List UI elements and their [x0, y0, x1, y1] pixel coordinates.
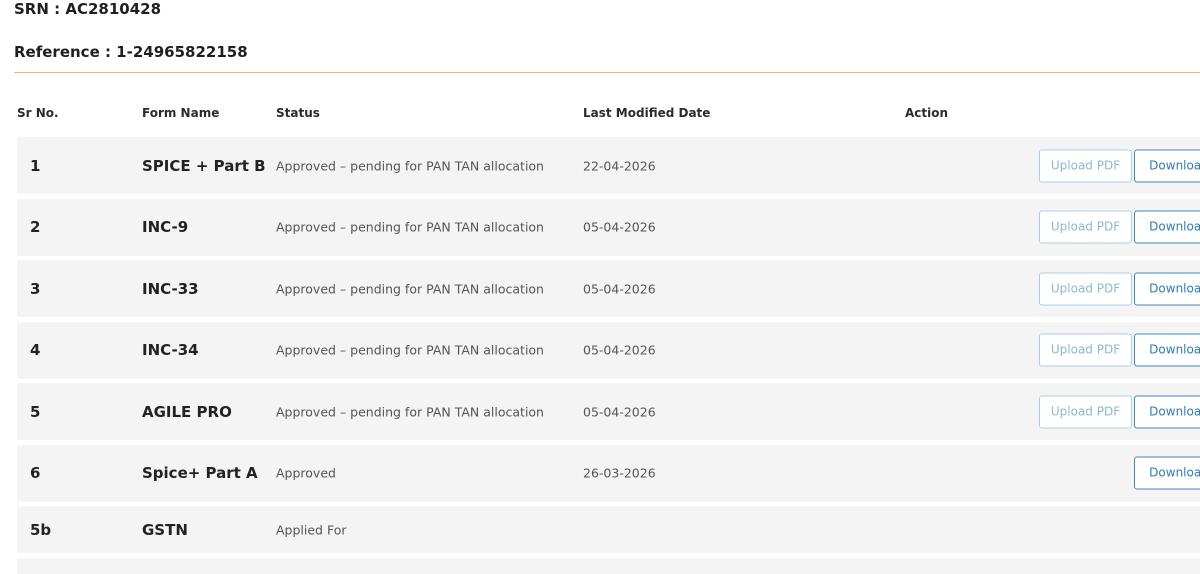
table-row: 2 INC-9 Approved – pending for PAN TAN a…	[17, 198, 1200, 256]
column-header-sr-no: Sr No.	[17, 106, 59, 120]
row-form-name: INC-34	[142, 341, 199, 359]
upload-pdf-button[interactable]: Upload PDF	[1039, 210, 1132, 244]
upload-pdf-button[interactable]: Upload PDF	[1039, 395, 1132, 428]
download-button[interactable]: Download	[1134, 149, 1200, 182]
upload-pdf-button[interactable]: Upload PDF	[1039, 149, 1132, 182]
row-sr-no: 3	[30, 279, 41, 298]
row-form-name: SPICE + Part B	[142, 156, 266, 175]
row-date: 05-04-2026	[583, 342, 656, 358]
row-status: Applied For	[276, 522, 347, 537]
row-form-name: INC-9	[142, 218, 189, 236]
row-date: 05-04-2026	[583, 219, 656, 235]
row-date: 22-04-2026	[583, 158, 656, 173]
row-date: 26-03-2026	[583, 465, 656, 481]
download-button[interactable]: Download	[1134, 210, 1200, 244]
row-date: 05-04-2026	[583, 281, 656, 296]
row-form-name: GSTN	[142, 520, 188, 539]
row-sr-no: 2	[30, 218, 41, 236]
form-table-body: 1 SPICE + Part B Approved – pending for …	[17, 137, 1200, 574]
upload-pdf-button[interactable]: Upload PDF	[1039, 333, 1132, 367]
header-divider	[14, 72, 1200, 73]
row-status: Approved – pending for PAN TAN allocatio…	[276, 281, 544, 296]
srn-label: SRN : AC2810428	[14, 0, 162, 18]
row-status: Approved – pending for PAN TAN allocatio…	[276, 404, 544, 419]
row-sr-no: 1	[30, 156, 41, 175]
reference-label: Reference : 1-24965822158	[14, 43, 248, 61]
row-form-name: AGILE PRO	[142, 402, 232, 421]
upload-pdf-button[interactable]: Upload PDF	[1039, 272, 1132, 305]
download-button[interactable]: Download	[1134, 395, 1200, 428]
table-header: Sr No. Form Name Status Last Modified Da…	[0, 100, 1200, 128]
row-status: Approved – pending for PAN TAN allocatio…	[276, 342, 544, 358]
row-date: 05-04-2026	[583, 404, 656, 419]
row-sr-no: 5b	[30, 520, 52, 539]
download-button[interactable]: Download	[1134, 456, 1200, 490]
column-header-action: Action	[905, 106, 949, 120]
row-sr-no: 5	[30, 402, 41, 421]
table-row: 5b GSTN Applied For	[17, 506, 1200, 553]
row-form-name: INC-33	[142, 279, 199, 298]
column-header-last-modified: Last Modified Date	[583, 106, 711, 120]
row-status: Approved – pending for PAN TAN allocatio…	[276, 158, 544, 173]
table-row-partial	[17, 557, 1200, 574]
row-status: Approved	[276, 465, 336, 481]
table-row: 5 AGILE PRO Approved – pending for PAN T…	[17, 383, 1200, 440]
row-sr-no: 4	[30, 341, 41, 359]
form-status-page: SRN : AC2810428 Reference : 1-2496582215…	[0, 0, 1200, 574]
column-header-form-name: Form Name	[142, 106, 220, 120]
download-button[interactable]: Download	[1134, 272, 1200, 305]
table-row: 4 INC-34 Approved – pending for PAN TAN …	[17, 321, 1200, 379]
download-button[interactable]: Download	[1134, 333, 1200, 367]
table-row: 1 SPICE + Part B Approved – pending for …	[17, 137, 1200, 194]
row-form-name: Spice+ Part A	[142, 464, 258, 482]
column-header-status: Status	[276, 106, 320, 120]
row-status: Approved – pending for PAN TAN allocatio…	[276, 219, 544, 235]
table-row: 3 INC-33 Approved – pending for PAN TAN …	[17, 260, 1200, 317]
table-row: 6 Spice+ Part A Approved 26-03-2026 Down…	[17, 444, 1200, 502]
row-sr-no: 6	[30, 464, 41, 482]
